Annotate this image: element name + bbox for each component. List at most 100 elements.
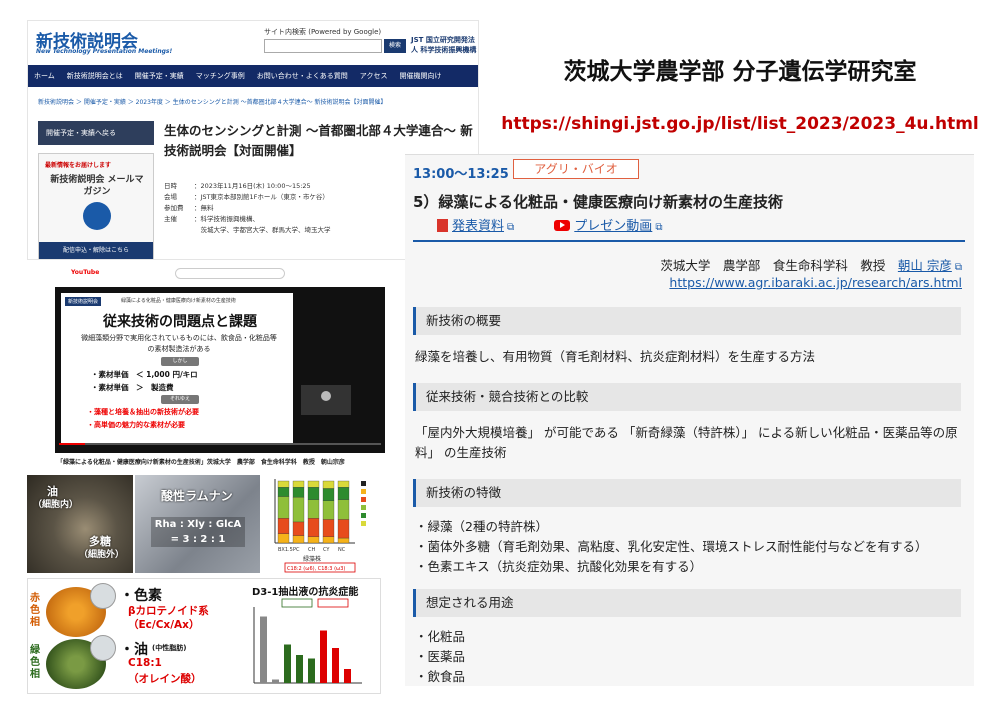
slide-pill: しかし xyxy=(161,357,199,366)
breadcrumb[interactable]: 新技術説明会 ＞ 開催予定・実績 ＞ 2023年度 ＞ 生体のセンシングと計測 … xyxy=(38,97,387,106)
inflammation-bar xyxy=(296,655,303,683)
section-features-header: 新技術の特徴 xyxy=(413,479,961,507)
microscope-photo: 油 （細胞内） 多糖 （細胞外） xyxy=(27,475,133,573)
youtube-icon xyxy=(554,220,571,231)
nav-item-schedule[interactable]: 開催予定・実績 xyxy=(129,65,190,87)
video-progress-bar[interactable] xyxy=(59,443,381,445)
lab-title: 茨城大学農学部 分子遺伝学研究室 xyxy=(563,59,917,85)
mag-title: 新技術説明会 メールマガジン xyxy=(50,175,144,197)
oil-line-1: C18:1 xyxy=(128,657,162,669)
info-row: 日時 ：2023年11月16日(木) 10:00～15:25 xyxy=(164,182,311,190)
stacked-bar-segment xyxy=(277,487,290,497)
inflammation-bar xyxy=(320,630,327,683)
stacked-bar-segment xyxy=(307,518,320,537)
mail-magazine-box: 最新情報をお届けします 新技術説明会 メールマガジン 配信申込・解除はこちら xyxy=(38,153,154,259)
source-url[interactable]: https://shingi.jst.go.jp/list/list_2023/… xyxy=(490,114,990,134)
presentation-title: 5）緑藻による化粧品・健康医療向け新素材の生産技術 xyxy=(413,193,783,211)
stacked-bar-segment xyxy=(337,487,350,500)
inflammation-bar xyxy=(272,679,279,683)
stacked-bar-segment xyxy=(292,535,305,544)
presenter-info: 茨城大学 農学部 食生命科学科 教授 朝山 宗彦 ⧉ xyxy=(660,255,962,274)
legend-swatch xyxy=(361,497,366,502)
section-comparison-header: 従来技術・競合技術との比較 xyxy=(413,383,961,411)
x-tick-label: PC xyxy=(293,547,300,553)
slide-bullet: ・素材単価 ＞ 製造費 xyxy=(91,383,174,392)
x-tick-label: NC xyxy=(338,547,346,553)
section-uses-body: ・化粧品 ・医薬品 ・飲食品 xyxy=(415,629,466,684)
ratio-head: Rha : Xly : GlcA xyxy=(154,519,242,530)
legend-swatch xyxy=(361,513,366,518)
video-link[interactable]: プレゼン動画 xyxy=(574,219,652,234)
sugar-sublabel: （細胞外） xyxy=(79,550,125,560)
slide-red-bullet: ・藻種と培養＆抽出の新技術が必要 xyxy=(87,408,199,416)
pigment-oil-panel: 赤色相 緑色相 ・色素 βカロテノイド系 （Ec/Cx/Ax） ・油 (中性脂肪… xyxy=(27,578,381,694)
search-button[interactable]: 検索 xyxy=(384,39,406,53)
lab-url-link[interactable]: https://www.agr.ibaraki.ac.jp/research/a… xyxy=(669,275,962,290)
legend-swatch xyxy=(361,521,366,526)
fatty-acid-chart: BX1.5 PC CH CY NC 緑藻株 C18:2 (ω6), C18:3 (ω3) xyxy=(263,475,393,573)
youtube-search-input[interactable] xyxy=(175,268,285,279)
inflammation-bar xyxy=(332,648,339,683)
stacked-bar-segment xyxy=(337,519,350,539)
oil-line-2: （オレイン酸） xyxy=(128,673,202,685)
nav-item-matching[interactable]: マッチング事例 xyxy=(190,65,251,87)
site-nav: ホーム 新技術説明会とは 開催予定・実績 マッチング事例 お問い合わせ・よくある… xyxy=(28,65,478,87)
slide-tag: 新技術説明会 xyxy=(65,297,102,306)
external-link-icon: ⧉ xyxy=(507,222,515,233)
info-row: 主催 ：科学技術振興機構、 xyxy=(164,215,259,223)
mag-subscribe-button[interactable]: 配信申込・解除はこちら xyxy=(39,242,153,259)
chart-legend-label: C18:2 (ω6), C18:3 (ω3) xyxy=(287,566,345,572)
info-row: 茨城大学、宇都宮大学、群馬大学、埼玉大学 xyxy=(194,226,331,234)
stacked-bar-segment xyxy=(322,536,335,544)
stacked-bar-segment xyxy=(322,500,335,520)
inflammation-bar xyxy=(284,644,291,683)
inflammation-bar xyxy=(260,616,267,683)
oil-note: (中性脂肪) xyxy=(152,644,187,652)
slides-link[interactable]: 発表資料 xyxy=(452,219,504,234)
presenter-affiliation: 茨城大学 農学部 食生命科学科 教授 xyxy=(660,258,886,273)
youtube-logo[interactable]: YouTube xyxy=(71,269,99,276)
chart-xlabel: 緑藻株 xyxy=(303,555,321,563)
x-tick-label: CH xyxy=(308,547,315,553)
stacked-bar-segment xyxy=(337,480,350,488)
oil-sublabel: （細胞内） xyxy=(33,500,79,510)
stacked-bar-segment xyxy=(277,518,290,534)
fatty-acid-svg: BX1.5 PC CH CY NC 緑藻株 C18:2 (ω6), C18:3 (ω3) xyxy=(274,479,366,573)
stacked-bar-segment xyxy=(277,533,290,544)
section-features-body: ・緑藻（2種の特許株） ・菌体外多糖（育毛剤効果、高粘度、乳化安定性、環境ストレ… xyxy=(415,519,928,574)
pigment-heading: ・色素 xyxy=(120,588,162,604)
anti-inflammatory-svg xyxy=(253,598,362,684)
nav-item-organizers[interactable]: 開催機関向け xyxy=(393,65,447,87)
nav-item-home[interactable]: ホーム xyxy=(28,65,61,87)
video-player[interactable]: 新技術説明会 緑藻による化粧品・健康医療向け新素材の生産技術 従来技術の問題点と… xyxy=(55,287,385,453)
stacked-bar-segment xyxy=(307,536,320,544)
site-logo-subtitle: New Technology Presentation Meetings! xyxy=(36,48,173,55)
presenter-name-link[interactable]: 朝山 宗彦 xyxy=(898,258,952,273)
nav-item-about[interactable]: 新技術説明会とは xyxy=(61,65,129,87)
slide-bullet: ・素材単価 ＜ 1,000 円/キロ xyxy=(91,370,198,379)
stacked-bar-segment xyxy=(307,487,320,500)
nav-item-access[interactable]: アクセス xyxy=(354,65,394,87)
info-row: 会場 ：JST東京本部別館1Fホール（東京・市ケ谷） xyxy=(164,193,329,201)
stacked-bar-segment xyxy=(307,480,320,488)
section-uses-header: 想定される用途 xyxy=(413,589,961,617)
section-divider xyxy=(413,240,965,242)
pdf-icon xyxy=(437,219,448,232)
stacked-bar-segment xyxy=(292,480,305,488)
cell-inset-image xyxy=(90,635,116,661)
inflammation-bar xyxy=(344,669,351,683)
section-comparison-body: 「屋内外大規模培養」 が可能である 「新奇緑藻（特許株）」 による新しい化粧品・… xyxy=(415,425,958,460)
presentation-card: 13:00～13:25 アグリ・バイオ 5）緑藻による化粧品・健康医療向け新素材… xyxy=(405,154,974,686)
external-link-icon: ⧉ xyxy=(954,262,962,273)
back-to-schedule-button[interactable]: 開催予定・実績へ戻る xyxy=(38,121,154,145)
search-input[interactable] xyxy=(264,39,382,53)
jst-logo[interactable]: JST 国立研究開発法人 科学技術振興機構 xyxy=(411,35,478,55)
info-row: 参加費 ：無料 xyxy=(164,204,214,212)
section-overview-body: 緑藻を培養し、有用物質（育毛剤材料、抗炎症剤材料）を生産する方法 xyxy=(415,349,816,364)
rhamnan-label: 酸性ラムナン xyxy=(161,489,233,503)
stacked-bar-segment xyxy=(322,480,335,489)
legend-swatch xyxy=(361,489,366,494)
category-badge: アグリ・バイオ xyxy=(513,159,639,179)
video-controls[interactable] xyxy=(55,443,385,453)
nav-item-faq[interactable]: お問い合わせ・よくある質問 xyxy=(251,65,354,87)
